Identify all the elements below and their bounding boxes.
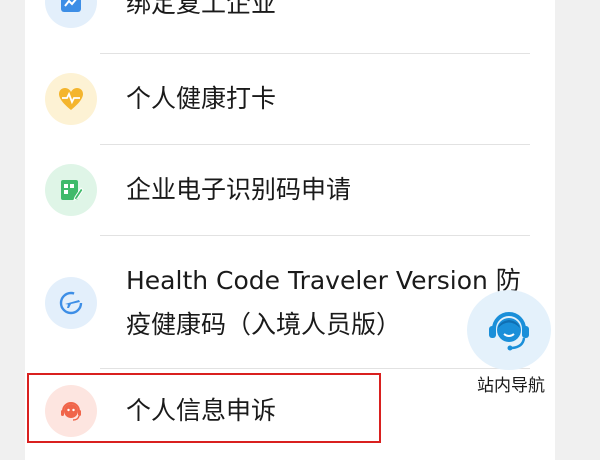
menu-item-label: 个人健康打卡 [126, 84, 277, 113]
menu-item-label-line2: 疫健康码（入境人员版） [126, 310, 402, 339]
menu-item-bind-company[interactable]: 绑定复工企业 [25, 0, 555, 54]
menu-item-enterprise-code[interactable]: 企业电子识别码申请 [25, 145, 555, 235]
menu-item-label: 绑定复工企业 [126, 0, 277, 18]
heart-pulse-icon [45, 73, 97, 125]
qr-code-edit-icon [45, 164, 97, 216]
floating-nav-label[interactable]: 站内导航 [466, 374, 556, 398]
menu-item-label: 企业电子识别码申请 [126, 175, 352, 204]
selection-highlight [27, 373, 381, 443]
floating-nav-button[interactable] [467, 290, 551, 370]
menu-item-label-line1: Health Code Traveler Version 防 [126, 266, 521, 295]
menu-item-health-checkin[interactable]: 个人健康打卡 [25, 54, 555, 144]
airplane-icon [45, 277, 97, 329]
headset-agent-icon [489, 312, 529, 351]
chart-trend-icon [45, 0, 97, 28]
